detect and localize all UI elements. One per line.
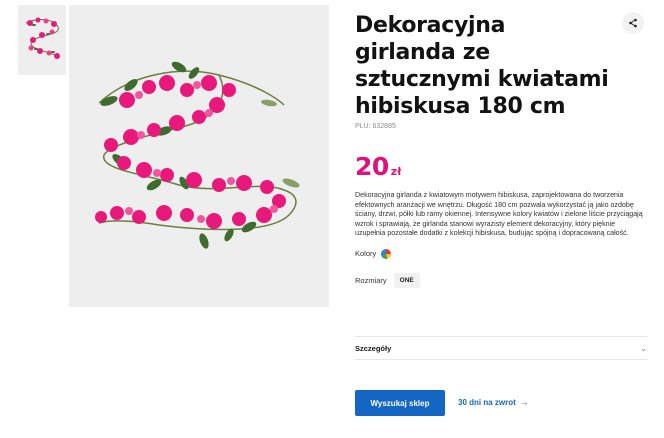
product-title: Dekoracyjna girlanda ze sztucznymi kwiat…: [355, 13, 609, 119]
multicolor-swatch[interactable]: [381, 248, 392, 259]
returns-link[interactable]: 30 dni na zwrot →: [458, 397, 529, 407]
colors-label: Kolory: [355, 249, 377, 259]
details-label: Szczegóły: [355, 343, 392, 353]
sizes-label: Rozmiary: [355, 275, 387, 285]
product-info: Dekoracyjna girlanda ze sztucznymi kwiat…: [355, 12, 647, 288]
price-currency: zł: [390, 165, 402, 178]
returns-label: 30 dni na zwrot: [458, 397, 516, 407]
sizes-row: Rozmiary ONE: [355, 272, 647, 288]
product-description: Dekoracyjna girlanda z kwiatowym motywem…: [355, 191, 643, 238]
chevron-down-icon: ⌄: [640, 343, 647, 353]
product-thumbnail[interactable]: [18, 5, 66, 75]
garland-thumbnail-image: [25, 17, 61, 59]
find-store-button[interactable]: Wyszukaj sklep: [355, 390, 445, 416]
hibiscus-garland-image: [95, 61, 300, 249]
size-option-one[interactable]: ONE: [393, 272, 420, 288]
product-main-image[interactable]: [69, 5, 329, 307]
product-price: 20 zł: [355, 152, 647, 181]
colors-row: Kolory: [355, 248, 647, 259]
product-plu: PLU: 632885: [355, 123, 396, 130]
arrow-right-icon: →: [519, 397, 529, 407]
details-accordion[interactable]: Szczegóły ⌄: [355, 336, 647, 360]
price-amount: 20: [355, 152, 389, 181]
